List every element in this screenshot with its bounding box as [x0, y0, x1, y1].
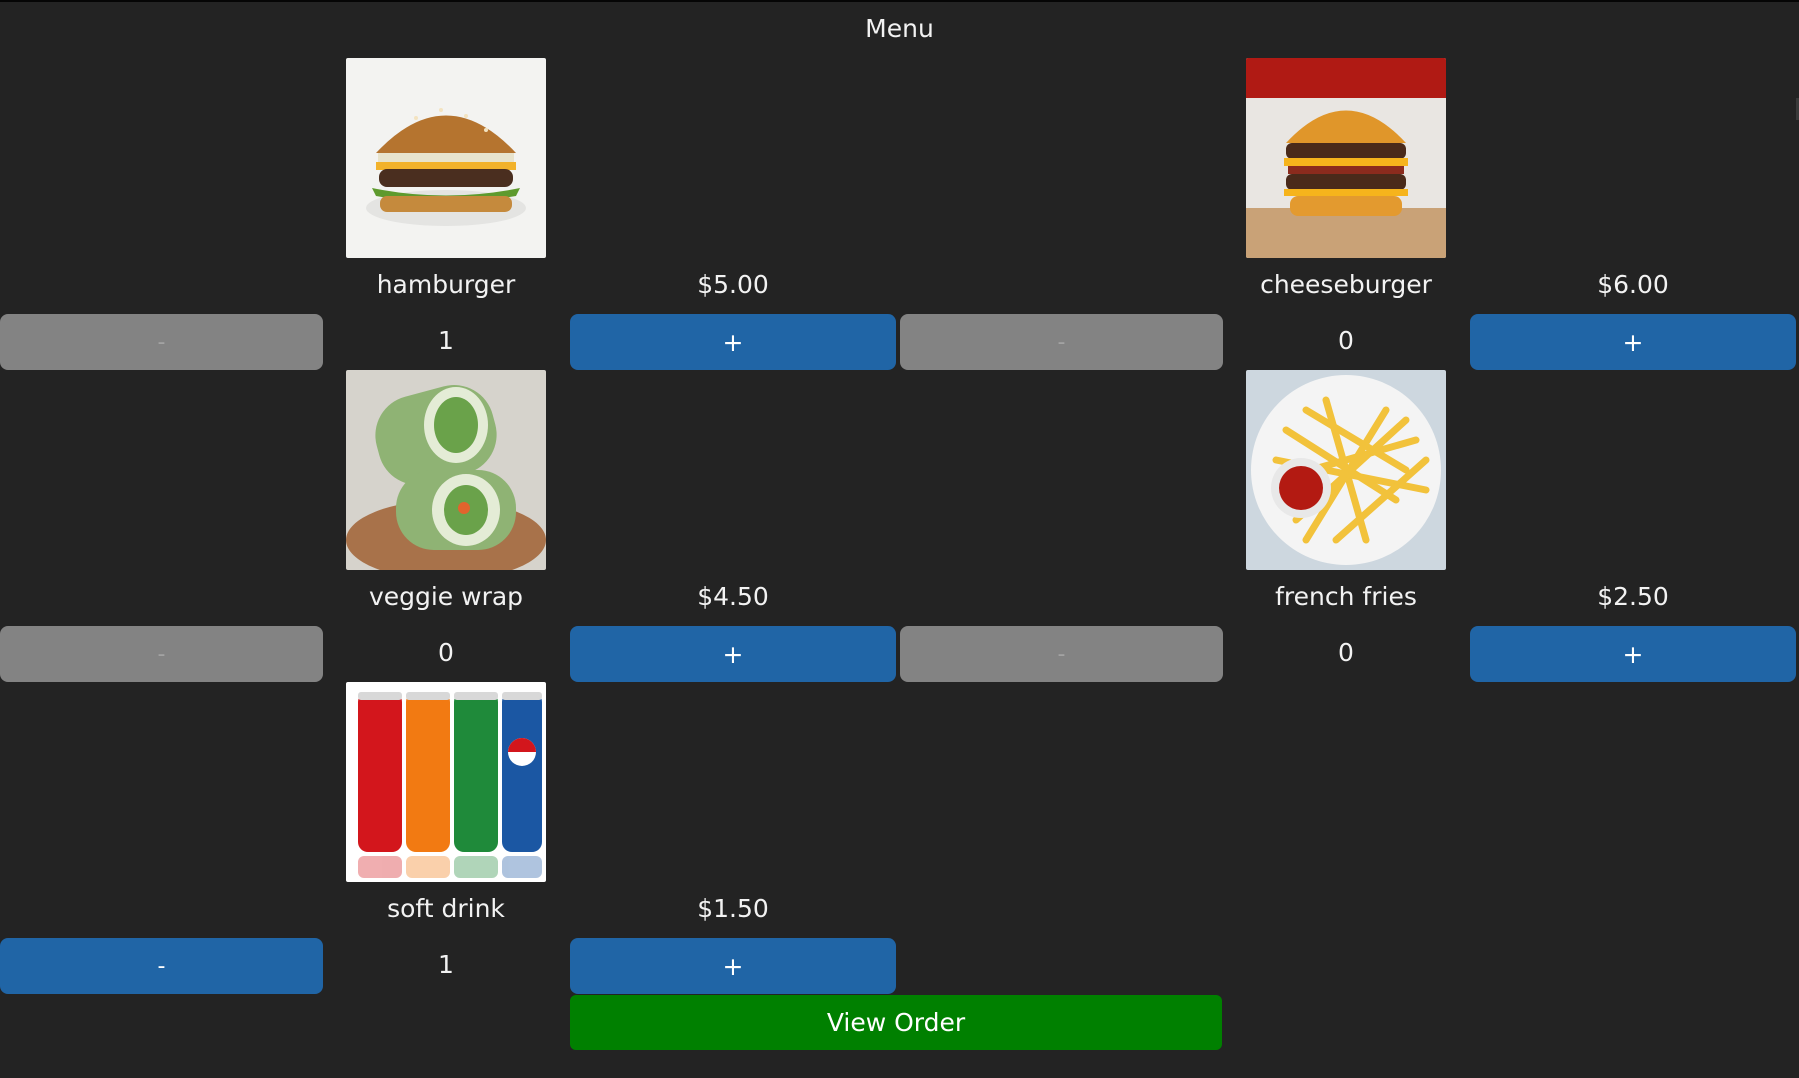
- hamburger-photo: [346, 58, 546, 258]
- increase-button[interactable]: +: [570, 938, 896, 994]
- item-quantity: 1: [438, 950, 454, 979]
- increase-button[interactable]: +: [570, 314, 896, 370]
- item-price: $2.50: [1597, 582, 1669, 611]
- menu-item-french-fries: french fries $2.50 - 0 +: [900, 370, 1799, 682]
- item-quantity: 0: [1338, 638, 1354, 667]
- decrease-button[interactable]: -: [0, 938, 323, 994]
- item-price: $1.50: [697, 894, 769, 923]
- menu-item-soft-drink: soft drink $1.50 - 1 +: [0, 682, 900, 994]
- menu-item-hamburger: hamburger $5.00 - 1 +: [0, 58, 900, 370]
- increase-button[interactable]: +: [570, 626, 896, 682]
- view-order-button[interactable]: View Order: [570, 995, 1222, 1050]
- item-price: $4.50: [697, 582, 769, 611]
- item-quantity: 0: [1338, 326, 1354, 355]
- decrease-button[interactable]: -: [0, 626, 323, 682]
- page-title: Menu: [865, 14, 934, 43]
- item-name: hamburger: [376, 270, 516, 299]
- decrease-button[interactable]: -: [900, 314, 1223, 370]
- french-fries-photo: [1246, 370, 1446, 570]
- decrease-button[interactable]: -: [0, 314, 323, 370]
- menu-item-veggie-wrap: veggie wrap $4.50 - 0 +: [0, 370, 900, 682]
- soft-drink-photo: [346, 682, 546, 882]
- item-price: $6.00: [1597, 270, 1669, 299]
- item-quantity: 0: [438, 638, 454, 667]
- increase-button[interactable]: +: [1470, 314, 1796, 370]
- item-price: $5.00: [697, 270, 769, 299]
- item-name: french fries: [1275, 582, 1417, 611]
- decrease-button[interactable]: -: [900, 626, 1223, 682]
- item-name: veggie wrap: [368, 582, 524, 611]
- item-quantity: 1: [438, 326, 454, 355]
- menu-item-cheeseburger: cheeseburger $6.00 - 0 +: [900, 58, 1799, 370]
- window-top-border: [0, 0, 1799, 2]
- item-name: cheeseburger: [1260, 270, 1432, 299]
- increase-button[interactable]: +: [1470, 626, 1796, 682]
- veggie-wrap-photo: [346, 370, 546, 570]
- item-name: soft drink: [387, 894, 505, 923]
- cheeseburger-photo: [1246, 58, 1446, 258]
